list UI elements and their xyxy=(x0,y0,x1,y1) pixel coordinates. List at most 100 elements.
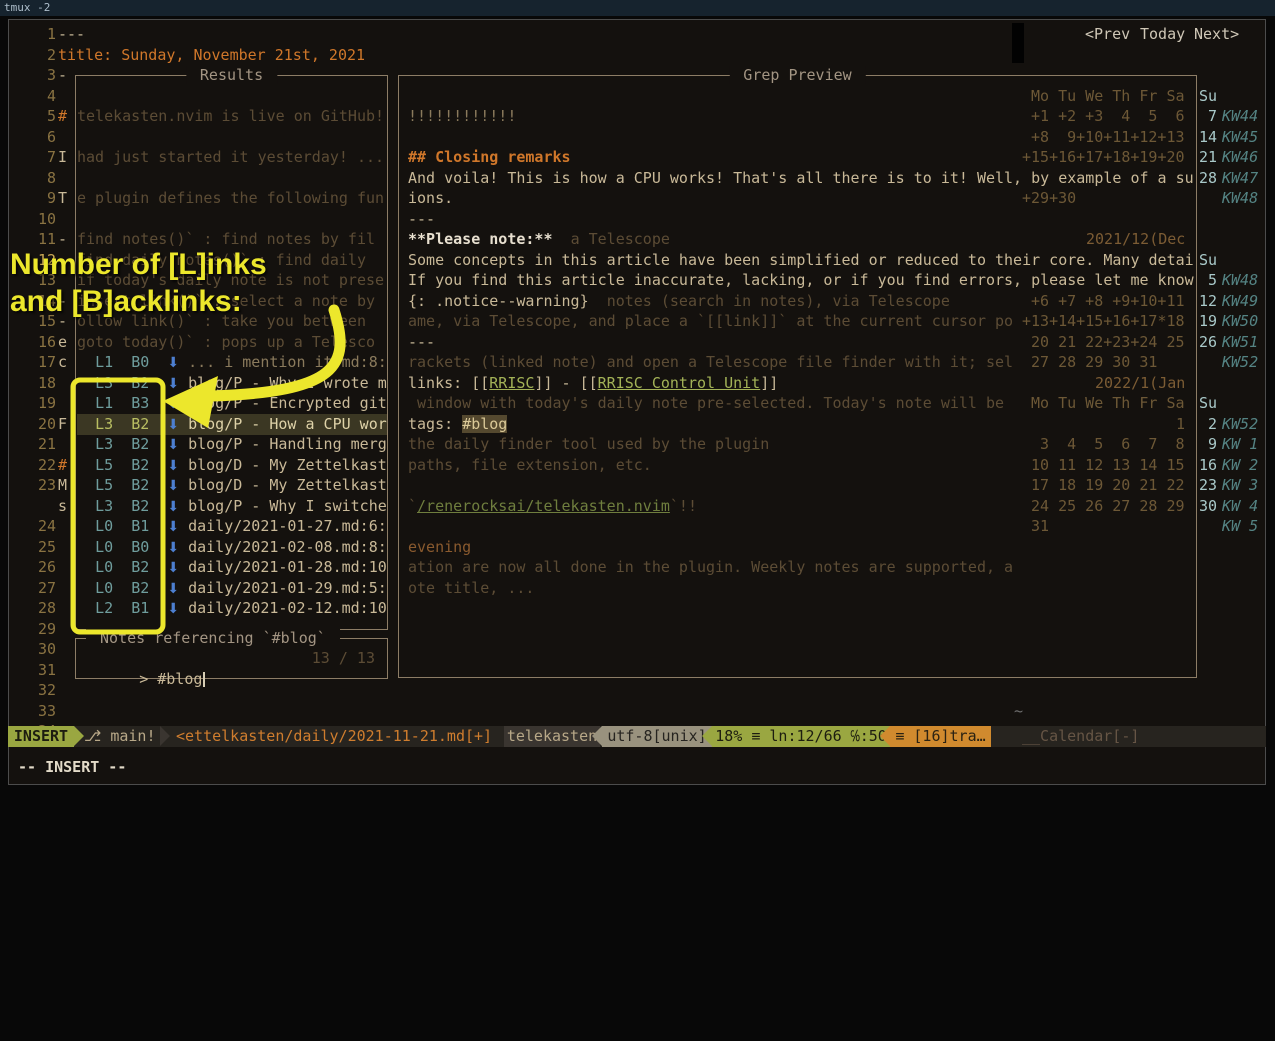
text-span xyxy=(553,230,571,248)
text-span: If you find this article inaccurate, lac… xyxy=(408,271,1194,289)
calendar-week: 10 11 12 13 14 15 xyxy=(1031,455,1185,476)
text-span: a Telescope xyxy=(571,230,670,248)
prompt-input[interactable]: > #blog 13 / 13 xyxy=(85,648,379,669)
down-arrow-icon: ⬇ xyxy=(167,376,179,392)
buffer-text: e xyxy=(58,332,67,353)
text-span: ions. xyxy=(408,189,453,207)
text-span: 17 18 19 20 21 22 xyxy=(1031,476,1185,494)
down-arrow-icon: ⬇ xyxy=(167,478,179,494)
results-row[interactable]: L1 B0 ⬇ ... i mention it.md:8: xyxy=(77,352,387,373)
calendar-sunday[interactable]: 30 xyxy=(1199,496,1217,517)
calendar-week: 1 xyxy=(1176,414,1185,435)
text-span: 2 xyxy=(47,46,56,64)
text-span: T xyxy=(58,189,67,207)
results-row[interactable]: L1 B3 ⬇ blog/P - Encrypted git xyxy=(77,393,387,414)
text-span: 32 xyxy=(38,681,56,699)
calendar-sunday[interactable]: 9 xyxy=(1199,434,1217,455)
calendar-sunday[interactable]: 5 xyxy=(1199,270,1217,291)
results-row[interactable]: L5 B2 ⬇ blog/D - My Zettelkast xyxy=(77,455,387,476)
results-row[interactable]: L5 B2 ⬇ blog/D - My Zettelkast xyxy=(77,475,387,496)
calendar-sunday[interactable]: 28 xyxy=(1199,168,1217,189)
results-row[interactable]: L0 B0 ⬇ daily/2021-02-08.md:8: xyxy=(77,537,387,558)
line-number: 19 xyxy=(34,393,56,414)
text-span: KW50 xyxy=(1222,312,1258,330)
grep-preview-title: Grep Preview xyxy=(729,66,865,84)
calendar-sunday[interactable]: 19 xyxy=(1199,311,1217,332)
results-row-selected[interactable]: L3 B2 ⬇ blog/P - How a CPU wor xyxy=(77,414,387,435)
results-row[interactable]: L0 B2 ⬇ daily/2021-01-29.md:5: xyxy=(77,578,387,599)
wiki-link: RRISC Control Unit xyxy=(598,374,761,392)
text-span xyxy=(589,292,607,310)
calendar-sunday[interactable]: 26 xyxy=(1199,332,1217,353)
text-span: blog/D - My Zettelkast xyxy=(188,476,387,494)
calendar-week: +15+16+17+18+19+20 xyxy=(1022,147,1185,168)
text-span: daily/2021-01-28.md:10 xyxy=(188,558,387,576)
text-span: 7 xyxy=(47,148,56,166)
down-arrow-icon: ⬇ xyxy=(167,540,179,556)
calendar-sunday[interactable]: 23 xyxy=(1199,475,1217,496)
calendar-today-button[interactable]: Today xyxy=(1140,24,1185,45)
text-span: KW45 xyxy=(1222,128,1258,146)
text-span xyxy=(113,435,131,453)
text-span: L1 xyxy=(95,394,113,412)
line-number: 7 xyxy=(34,147,56,168)
text-span: had just started it yesterday! ... xyxy=(77,148,384,166)
text-span: ]] xyxy=(760,374,778,392)
text-span xyxy=(77,497,95,515)
text-span xyxy=(149,415,167,433)
buffer-text: I xyxy=(58,147,67,168)
text-span: blog/P - Why I wrote m xyxy=(188,374,387,392)
buffer-text: - xyxy=(58,311,67,332)
calendar-sunday[interactable]: 7 xyxy=(1199,106,1217,127)
text-span: 19 xyxy=(1199,312,1217,330)
results-row[interactable]: L3 B2 ⬇ blog/P - Why I wrote m xyxy=(77,373,387,394)
powerline-separator xyxy=(702,726,712,746)
line-number: 10 xyxy=(34,209,56,230)
results-row[interactable]: L0 B1 ⬇ daily/2021-01-27.md:6: xyxy=(77,516,387,537)
line-number: 6 xyxy=(34,127,56,148)
calendar-prev-button[interactable]: <Prev xyxy=(1085,24,1130,45)
preview-tags-line: tags: #blog xyxy=(408,414,507,435)
text-span: --- xyxy=(408,210,435,228)
buffer-text: - xyxy=(58,291,67,312)
text-span: And voila! This is how a CPU works! That… xyxy=(408,169,1194,187)
calendar-next-button[interactable]: Next> xyxy=(1194,24,1239,45)
text-span xyxy=(77,599,95,617)
calendar-week: 27 28 29 30 31 xyxy=(1031,352,1157,373)
text-span: KW52 xyxy=(1222,415,1258,433)
calendar-sunday[interactable]: 2 xyxy=(1199,414,1217,435)
buffer-text: M xyxy=(58,475,67,496)
text-span: L5 xyxy=(95,476,113,494)
mode-indicator: INSERT xyxy=(8,726,74,747)
dimmed-buffer-text: find notes()` : find notes by fil xyxy=(77,229,375,250)
calendar-sunday[interactable]: 12 xyxy=(1199,291,1217,312)
buffer-text: - xyxy=(58,250,67,271)
down-arrow-icon: ⬇ xyxy=(167,458,179,474)
cursor-position-indicator: 18% ≡ ln:12/66 ℅:50 xyxy=(712,726,890,747)
buffer-text: F xyxy=(58,414,67,435)
text-span xyxy=(179,353,188,371)
text-span: insert link()` : select a note by xyxy=(77,292,375,310)
empty-line-tilde: ~ xyxy=(1014,701,1023,722)
text-span xyxy=(77,394,95,412)
results-row[interactable]: L2 B1 ⬇ daily/2021-02-12.md:10 xyxy=(77,598,387,619)
results-row[interactable]: L3 B2 ⬇ blog/P - Why I switche xyxy=(77,496,387,517)
calendar-sunday[interactable]: 14 xyxy=(1199,127,1217,148)
text-span: 12 xyxy=(1199,292,1217,310)
text-span: 22 xyxy=(38,456,56,474)
calendar-week: 31 xyxy=(1031,516,1049,537)
down-arrow-icon: ⬇ xyxy=(167,581,179,597)
vim-mode-message: -- INSERT -- xyxy=(18,757,126,778)
results-row[interactable]: L3 B2 ⬇ blog/P - Handling merg xyxy=(77,434,387,455)
calendar-sunday[interactable]: 16 xyxy=(1199,455,1217,476)
results-row[interactable]: L0 B2 ⬇ daily/2021-01-28.md:10 xyxy=(77,557,387,578)
text-span xyxy=(149,497,167,515)
text-span: B2 xyxy=(131,497,149,515)
text-span: 2021/12(Dec xyxy=(1086,230,1185,248)
text-span: +6 +7 +8 +9+10+11 xyxy=(1031,292,1185,310)
calendar-sunday[interactable]: 21 xyxy=(1199,147,1217,168)
text-span: KW47 xyxy=(1222,169,1258,187)
text-span: B3 xyxy=(131,394,149,412)
text-span: 23 xyxy=(38,476,56,494)
line-number: 20 xyxy=(34,414,56,435)
